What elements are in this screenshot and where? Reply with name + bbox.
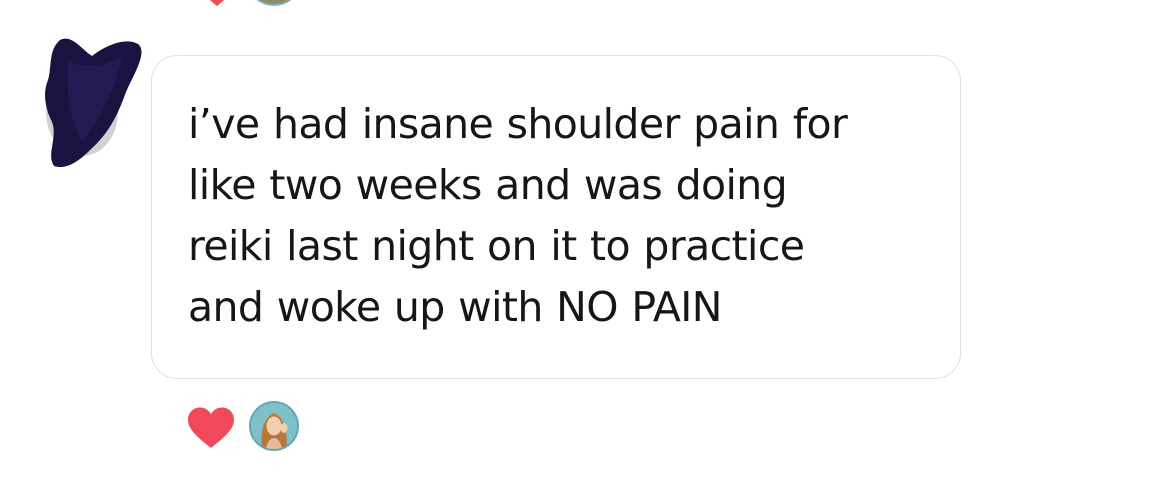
reactor-avatar[interactable] (248, 400, 300, 452)
reaction-row (186, 400, 326, 456)
message-bubble[interactable]: i’ve had insane shoulder pain for like t… (151, 55, 961, 379)
previous-message-reactions (188, 0, 318, 8)
avatar[interactable] (250, 0, 298, 6)
redacted-sender-avatar (45, 38, 142, 168)
message-text: i’ve had insane shoulder pain for like t… (188, 100, 848, 331)
heart-icon[interactable] (198, 0, 236, 8)
heart-icon[interactable] (186, 406, 236, 450)
